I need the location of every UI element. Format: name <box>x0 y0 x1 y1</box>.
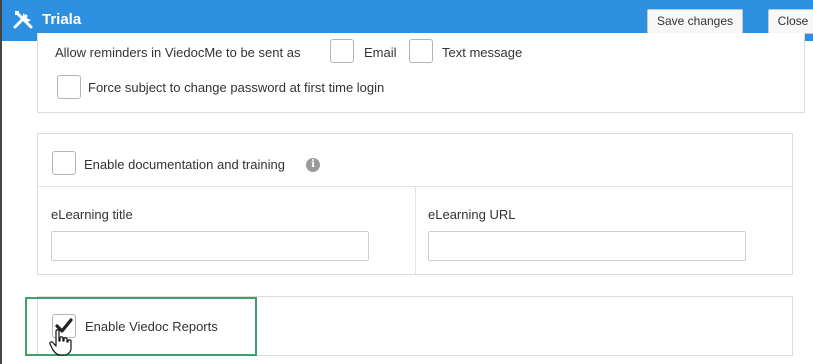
force-password-checkbox[interactable] <box>57 75 81 99</box>
documentation-panel: Enable documentation and training i eLea… <box>37 133 793 275</box>
reminder-settings-panel: Allow reminders in ViedocMe to be sent a… <box>37 33 805 113</box>
documentation-checkbox[interactable] <box>52 151 76 175</box>
force-password-label: Force subject to change password at firs… <box>88 80 385 95</box>
window-edge <box>0 0 2 364</box>
close-button[interactable]: Close <box>768 9 813 34</box>
tools-icon <box>13 11 33 29</box>
email-label: Email <box>364 45 397 60</box>
elearning-title-input[interactable] <box>51 231 369 261</box>
text-message-label: Text message <box>442 45 523 60</box>
elearning-url-input[interactable] <box>428 231 746 261</box>
hand-pointer-icon <box>49 329 72 356</box>
divider <box>415 187 416 275</box>
app-title: Triala <box>42 11 82 28</box>
text-message-checkbox[interactable] <box>409 39 433 63</box>
reminders-label: Allow reminders in ViedocMe to be sent a… <box>55 45 301 60</box>
save-button[interactable]: Save changes <box>647 9 743 34</box>
documentation-label: Enable documentation and training <box>84 157 285 172</box>
email-checkbox[interactable] <box>330 39 354 63</box>
info-icon[interactable]: i <box>306 158 320 172</box>
elearning-title-label: eLearning title <box>51 207 133 222</box>
elearning-url-label: eLearning URL <box>428 207 516 222</box>
